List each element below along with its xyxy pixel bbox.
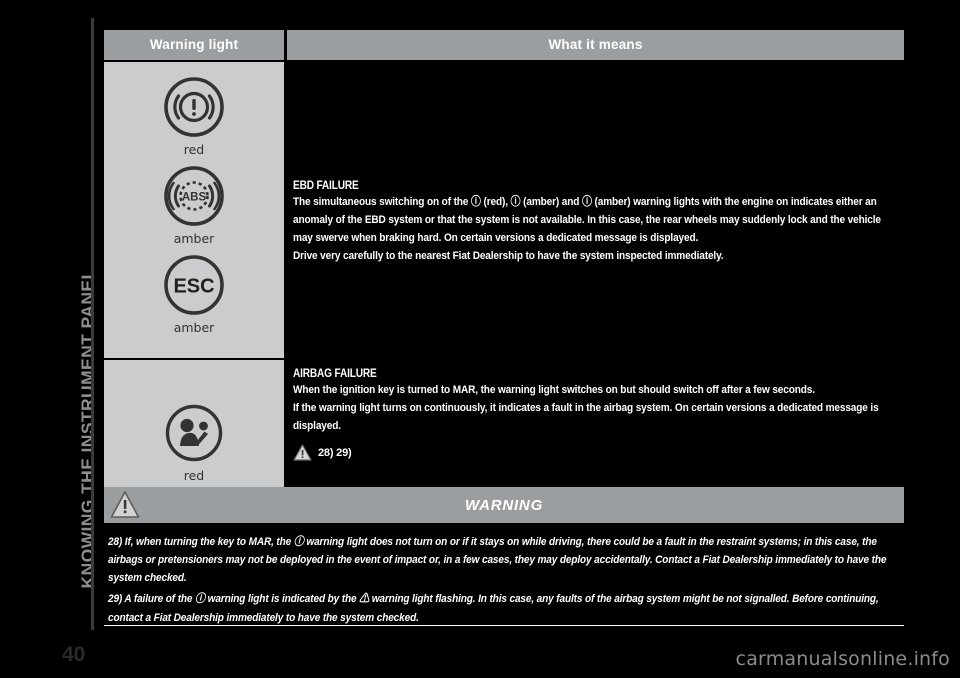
svg-text:ESC: ESC: [173, 276, 214, 298]
section-body-ebd-2: Drive very carefully to the nearest Fiat…: [293, 250, 724, 263]
what-it-means-cell: EBD FAILURE The simultaneous switching o…: [287, 62, 904, 358]
lamp-abs: ABS amber: [163, 165, 225, 246]
table-row: red AIRBAG FAILURE When the ignition key…: [104, 360, 904, 502]
section-title-airbag-failure: AIRBAG FAILURE: [293, 368, 377, 380]
lamp-colour-label: red: [183, 142, 205, 157]
warning-light-cell: red: [104, 360, 284, 502]
warning-paragraph-28: 28) If, when turning the key to MAR, the…: [108, 536, 887, 585]
warning-paragraph-29: 29) A failure of the ⓘ warning light is …: [108, 593, 879, 624]
svg-text:ABS: ABS: [182, 192, 207, 204]
table-header-row: Warning light What it means: [104, 30, 904, 60]
lamp-brake-failure: red: [163, 76, 225, 157]
chapter-title: KNOWING THE INSTRUMENT PANEL: [77, 268, 98, 589]
lamp-colour-label: amber: [173, 320, 215, 335]
what-it-means-cell: AIRBAG FAILURE When the ignition key is …: [287, 360, 904, 502]
table-row: red ABS amber ESC amber EBD FAILURE The …: [104, 62, 904, 358]
warning-box-heading: WARNING: [464, 496, 544, 514]
lamp-colour-label: amber: [173, 231, 215, 246]
section-body-ebd-1: The simultaneous switching on of the ⓘ (…: [293, 196, 881, 245]
warning-box-header: WARNING: [104, 487, 904, 523]
page-number: 40: [62, 643, 86, 666]
chapter-rail: KNOWING THE INSTRUMENT PANEL: [0, 0, 104, 678]
lamp-colour-label: red: [183, 467, 205, 483]
section-body-airbag-1: When the ignition key is turned to MAR, …: [293, 384, 815, 396]
lamp-esc: ESC amber: [163, 254, 225, 335]
footer-divider: [104, 625, 904, 626]
section-body-airbag-2: If the warning light turns on continuous…: [293, 402, 879, 433]
reference-numbers: 28) 29): [318, 446, 352, 459]
warning-triangle-icon: [293, 444, 312, 462]
reference-line: 28) 29): [293, 444, 898, 462]
warning-box-body: 28) If, when turning the key to MAR, the…: [104, 523, 904, 634]
warning-lights-table: Warning light What it means red ABS ambe…: [104, 30, 904, 502]
warning-box: WARNING 28) If, when turning the key to …: [104, 487, 904, 634]
column-header-warning-light: Warning light: [104, 30, 284, 60]
column-header-what-it-means: What it means: [287, 30, 904, 60]
brake-failure-icon: [164, 77, 224, 137]
footer-watermark: carmanualsonline.info: [735, 648, 950, 670]
warning-light-cell: red ABS amber ESC amber: [104, 62, 284, 358]
chapter-rule-divider: [91, 18, 94, 630]
abs-icon: ABS: [164, 166, 224, 226]
airbag-icon: [165, 404, 223, 461]
esc-icon: ESC: [164, 255, 224, 315]
section-title-ebd-failure: EBD FAILURE: [293, 180, 359, 192]
lamp-airbag: red: [163, 402, 225, 483]
warning-triangle-icon: [110, 490, 140, 525]
